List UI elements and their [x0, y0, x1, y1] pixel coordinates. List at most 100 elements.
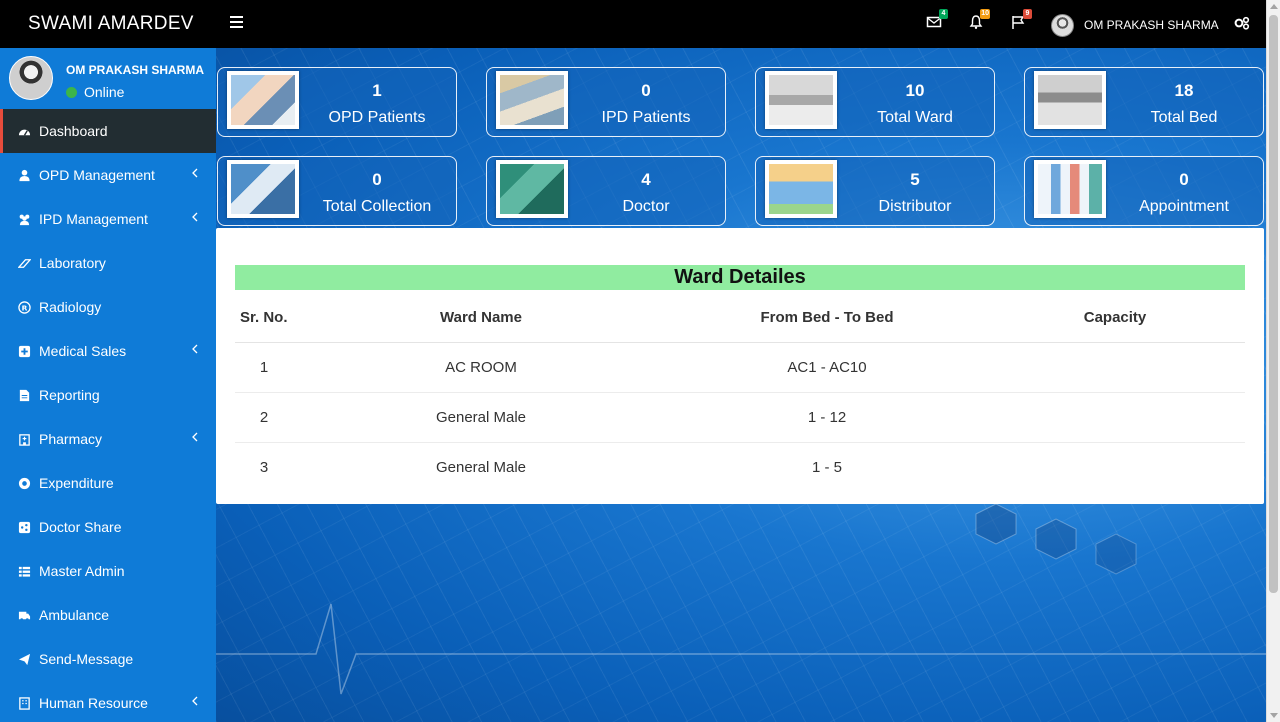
- sidebar-item-laboratory[interactable]: Laboratory: [0, 241, 216, 285]
- column-header: Sr. No.: [235, 294, 293, 343]
- main-content: 1 OPD Patients 0 IPD Patients 10 Total W…: [216, 48, 1266, 722]
- stat-card-opd-patients[interactable]: 1 OPD Patients: [217, 67, 457, 137]
- avatar: [1051, 13, 1074, 37]
- stat-label: Total Bed: [1150, 109, 1218, 126]
- sidebar-item-send-message[interactable]: Send-Message: [0, 637, 216, 681]
- scroll-down-icon[interactable]: [1270, 713, 1278, 718]
- table-cell: 3: [259, 458, 269, 476]
- stat-card-total-ward[interactable]: 10 Total Ward: [755, 67, 995, 137]
- stat-label: OPD Patients: [328, 109, 426, 126]
- stat-card-distributor[interactable]: 5 Distributor: [755, 156, 995, 226]
- ambulance-icon: [17, 608, 31, 622]
- th-list-icon: [17, 564, 31, 578]
- online-status: Online: [66, 84, 124, 100]
- avatar: [9, 56, 53, 100]
- stat-card-ipd-patients[interactable]: 0 IPD Patients: [486, 67, 726, 137]
- doctor-image: [496, 160, 568, 218]
- sidebar-item-reporting[interactable]: Reporting: [0, 373, 216, 417]
- hospital-icon: [17, 432, 31, 446]
- sidebar-item-label: Medical Sales: [39, 343, 127, 359]
- dashboard-icon: [17, 124, 31, 138]
- stat-label: Appointment: [1139, 198, 1229, 215]
- tasks-badge: 9: [1023, 9, 1032, 19]
- total-ward-image: [765, 71, 837, 129]
- total-collection-image: [227, 160, 299, 218]
- sidebar-item-expenditure[interactable]: Expenditure: [0, 461, 216, 505]
- registered-icon: R: [17, 300, 31, 314]
- table-cell: 2: [235, 392, 293, 443]
- ward-details-panel: Ward Detailes Sr. No. Ward Name From Bed…: [216, 228, 1264, 504]
- notifications-badge: 10: [980, 9, 990, 19]
- stat-card-total-bed[interactable]: 18 Total Bed: [1024, 67, 1264, 137]
- tasks-flag-icon[interactable]: 9: [1010, 9, 1032, 34]
- stat-card-total-collection[interactable]: 0 Total Collection: [217, 156, 457, 226]
- column-header: From Bed - To Bed: [669, 294, 985, 343]
- users-icon: [17, 212, 31, 226]
- sidebar-item-label: Dashboard: [39, 123, 108, 139]
- stat-card-doctor[interactable]: 4 Doctor: [486, 156, 726, 226]
- user-menu-name: OM PRAKASH SHARMA: [1084, 18, 1219, 32]
- table-cell: AC ROOM: [293, 342, 669, 393]
- user-panel: OM PRAKASH SHARMA Online: [0, 48, 216, 109]
- table-cell: [985, 392, 1245, 443]
- user-menu[interactable]: OM PRAKASH SHARMA: [1051, 13, 1219, 37]
- sidebar-item-ipd-management[interactable]: IPD Management: [0, 197, 216, 241]
- distributor-image: [765, 160, 837, 218]
- background-graphic: [216, 504, 1266, 695]
- sidebar-item-master-admin[interactable]: Master Admin: [0, 549, 216, 593]
- life-ring-icon: [17, 476, 31, 490]
- status-label: Online: [84, 84, 125, 100]
- messages-badge: 4: [939, 9, 948, 19]
- sidebar-item-label: Human Resource: [39, 695, 148, 711]
- messages-icon[interactable]: 4: [926, 9, 948, 34]
- brand-logo[interactable]: SWAMI AMARDEV: [28, 13, 194, 35]
- sidebar-toggle-icon[interactable]: [230, 16, 243, 28]
- stat-card-appointment[interactable]: 0 Appointment: [1024, 156, 1264, 226]
- svg-text:R: R: [21, 303, 27, 312]
- notifications-icon[interactable]: 10: [968, 9, 990, 34]
- scrollbar-thumb[interactable]: [1269, 15, 1278, 593]
- table-cell: General Male: [293, 392, 669, 443]
- chevron-left-icon: [192, 344, 198, 354]
- sidebar-item-opd-management[interactable]: OPD Management: [0, 153, 216, 197]
- stat-label: Distributor: [878, 198, 952, 215]
- sidebar-item-label: Pharmacy: [39, 431, 103, 447]
- table-cell: [985, 442, 1245, 492]
- sidebar-item-pharmacy[interactable]: Pharmacy: [0, 417, 216, 461]
- stat-value: 0: [372, 170, 382, 189]
- ward-details-table: Sr. No. Ward Name From Bed - To Bed Capa…: [235, 294, 1245, 492]
- chevron-left-icon: [192, 696, 198, 706]
- table-cell: 1 - 12: [669, 392, 985, 443]
- file-icon: [17, 388, 31, 402]
- table-row: 1 AC ROOM AC1 - AC10: [235, 342, 1245, 393]
- sidebar-item-human-resource[interactable]: Human Resource: [0, 681, 216, 722]
- sidebar-item-label: Master Admin: [39, 563, 125, 579]
- sidebar-item-dashboard[interactable]: Dashboard: [0, 109, 216, 153]
- page-scrollbar[interactable]: [1266, 0, 1280, 722]
- building-icon: [17, 696, 31, 710]
- sidebar-item-radiology[interactable]: R Radiology: [0, 285, 216, 329]
- stat-label: Total Collection: [322, 198, 432, 215]
- gears-icon[interactable]: [1234, 16, 1250, 35]
- table-header-row: Sr. No. Ward Name From Bed - To Bed Capa…: [235, 294, 1245, 343]
- plus-square-icon: [17, 344, 31, 358]
- stat-value: 0: [1179, 170, 1189, 189]
- scroll-up-icon[interactable]: [1270, 4, 1278, 9]
- top-navbar: SWAMI AMARDEV 4 10 9 OM PRAKASH SHARMA: [0, 0, 1266, 48]
- sidebar-item-label: Radiology: [39, 299, 102, 315]
- column-header: Capacity: [985, 294, 1245, 343]
- sidebar-item-label: IPD Management: [39, 211, 148, 227]
- stat-value: 1: [372, 81, 382, 100]
- sidebar-item-doctor-share[interactable]: Doctor Share: [0, 505, 216, 549]
- chevron-left-icon: [192, 212, 198, 222]
- sidebar-item-medical-sales[interactable]: Medical Sales: [0, 329, 216, 373]
- sidebar-item-ambulance[interactable]: Ambulance: [0, 593, 216, 637]
- sidebar-item-label: Laboratory: [39, 255, 106, 271]
- column-header: Ward Name: [293, 294, 669, 343]
- share-square-icon: [17, 520, 31, 534]
- online-dot-icon: [66, 86, 77, 98]
- sidebar: OM PRAKASH SHARMA Online Dashboard OPD M…: [0, 48, 216, 722]
- sidebar-item-label: Send-Message: [39, 651, 134, 667]
- sidebar-item-label: Ambulance: [39, 607, 110, 623]
- ward-details-title: Ward Detailes: [235, 265, 1245, 290]
